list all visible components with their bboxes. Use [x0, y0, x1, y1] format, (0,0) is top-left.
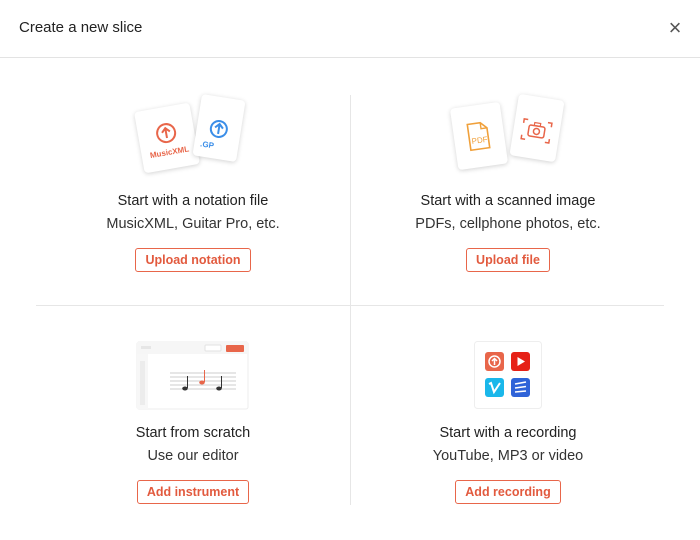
- pdf-file-icon: PDF: [449, 101, 509, 171]
- youtube-icon: [511, 352, 530, 371]
- add-recording-button[interactable]: Add recording: [455, 480, 561, 504]
- upload-arrow-icon: [209, 119, 228, 138]
- option-from-scratch: Start from scratch Use our editor Add in…: [36, 341, 350, 504]
- recording-sources-illustration: [474, 341, 542, 411]
- music-editor-icon: [136, 341, 250, 411]
- option-notation-file: MusicXML .GP Start with a notation file …: [36, 93, 350, 272]
- notation-file-illustration: MusicXML .GP: [133, 93, 253, 175]
- vimeo-icon: [485, 378, 504, 397]
- dialog-title: Create a new slice: [19, 19, 143, 36]
- option-subtitle: Use our editor: [147, 448, 239, 464]
- editor-illustration: [136, 341, 249, 410]
- add-instrument-button[interactable]: Add instrument: [136, 480, 250, 504]
- upload-notation-button[interactable]: Upload notation: [135, 248, 251, 272]
- gp-file-icon: .GP: [192, 93, 246, 163]
- scanned-image-illustration: PDF: [448, 93, 568, 175]
- wave-icon: [511, 378, 530, 397]
- horizontal-divider: [36, 305, 664, 306]
- option-subtitle: MusicXML, Guitar Pro, etc.: [106, 216, 280, 232]
- option-subtitle: PDFs, cellphone photos, etc.: [415, 216, 601, 232]
- option-recording: Start with a recording YouTube, MP3 or v…: [351, 341, 665, 504]
- option-subtitle: YouTube, MP3 or video: [432, 448, 584, 464]
- option-heading: Start with a scanned image: [420, 193, 596, 209]
- recording-icons: [474, 341, 542, 409]
- camera-icon: [520, 118, 553, 144]
- dialog-header: Create a new slice ×: [0, 0, 700, 58]
- option-heading: Start with a recording: [439, 425, 577, 441]
- close-icon[interactable]: ×: [664, 17, 686, 39]
- option-scanned-image: PDF Start with a scanned image PDFs, cel…: [351, 93, 665, 272]
- upload-arrow-icon: [156, 123, 177, 144]
- option-heading: Start from scratch: [135, 425, 251, 441]
- upload-file-button[interactable]: Upload file: [466, 248, 550, 272]
- upload-arrow-icon: [485, 352, 504, 371]
- new-slice-dialog: Create a new slice × MusicXML .GP Start …: [0, 0, 700, 540]
- gp-label: .GP: [199, 139, 215, 151]
- option-heading: Start with a notation file: [117, 193, 269, 209]
- musicxml-file-icon: MusicXML: [134, 102, 200, 174]
- photo-file-icon: [509, 93, 565, 163]
